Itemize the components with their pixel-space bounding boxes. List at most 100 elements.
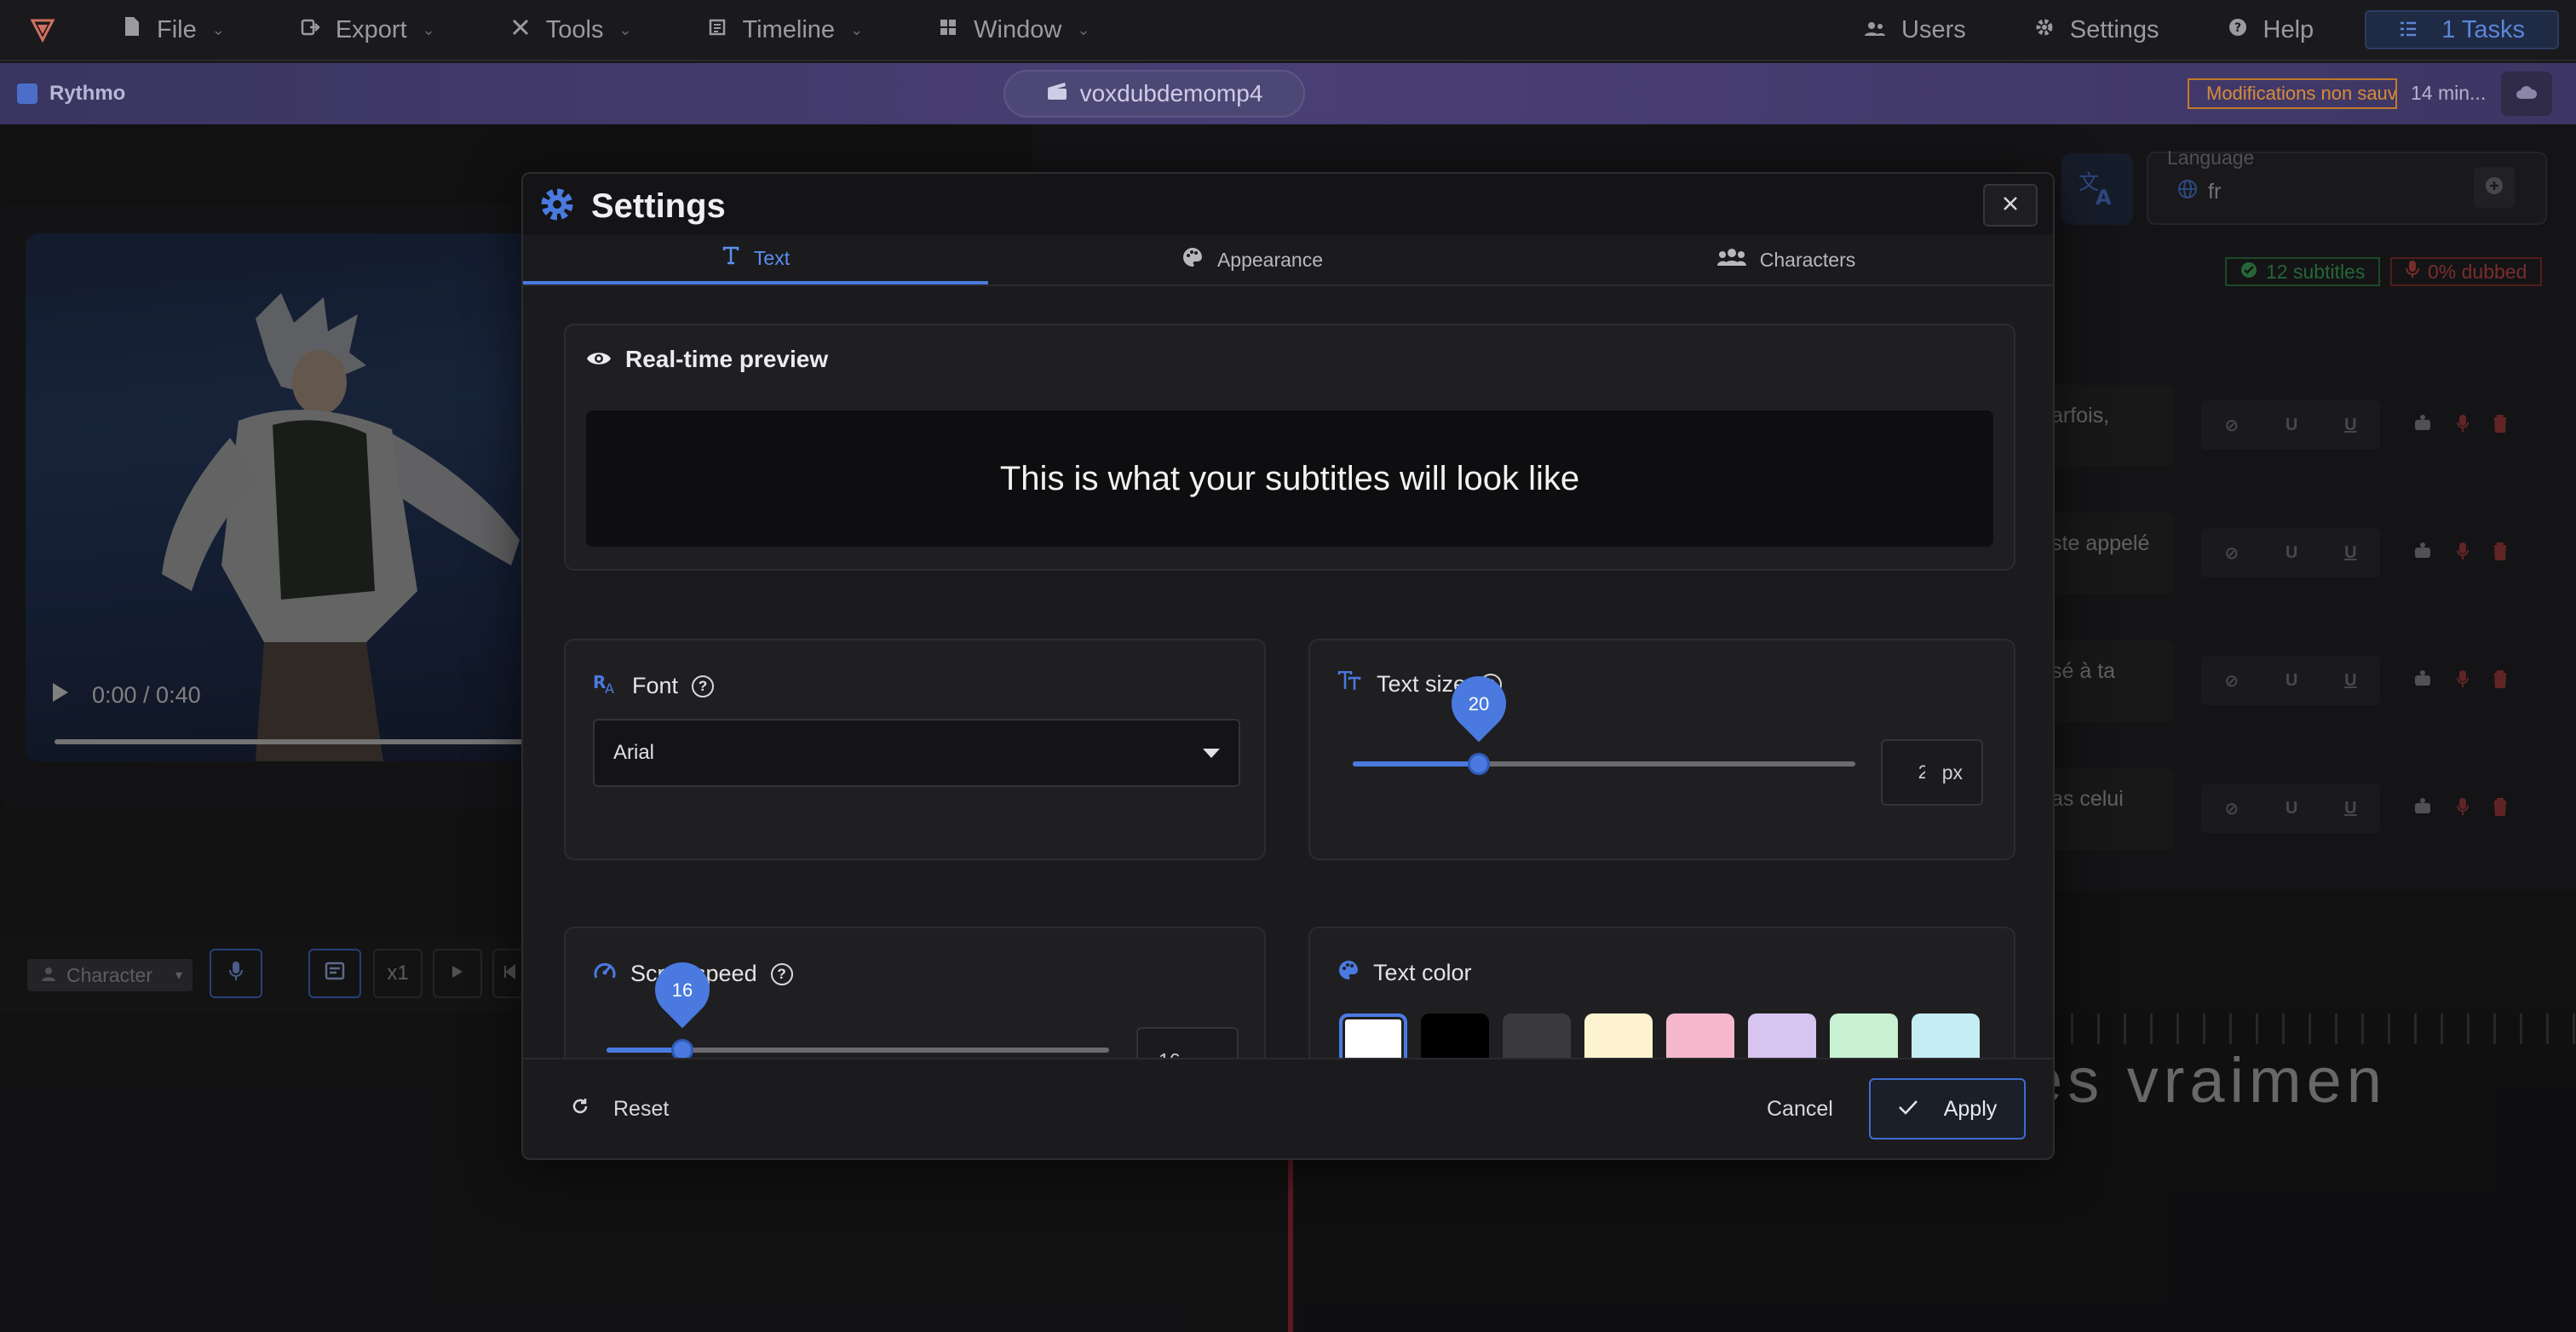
chevron-down-icon: ⌄ [850,20,864,38]
font-icon: RA [593,671,618,701]
tab-appearance[interactable]: Appearance [988,235,1516,284]
modal-body[interactable]: Real-time preview This is what your subt… [523,288,2053,1058]
menu-file-label: File [157,15,197,43]
export-icon [300,16,320,44]
modal-title: Settings [591,187,726,225]
text-icon [722,246,740,270]
menu-settings[interactable]: Settings [2000,0,2194,60]
color-swatch[interactable] [1503,1013,1571,1058]
menu-right-group: Users Settings ? Help 1 Tasks [1830,0,2576,60]
preview-title-label: Real-time preview [625,346,829,372]
scroll-speed-card: Scroll speed ? 16 16 [564,927,1266,1058]
tools-icon [510,16,531,44]
project-name-pill[interactable]: voxdubdemomp4 [1003,70,1305,118]
project-name-label: voxdubdemomp4 [1079,80,1263,106]
chevron-down-icon: ⌄ [618,20,632,38]
text-size-bubble-label: 20 [1468,693,1490,715]
chevron-down-icon: ⌄ [422,20,435,38]
font-card: RA Font ? Arial [564,639,1266,860]
menu-users[interactable]: Users [1830,0,2000,60]
menu-file[interactable]: File ⌄ [85,0,262,60]
help-icon: ? [2228,16,2248,44]
cancel-button[interactable]: Cancel [1767,1097,1833,1122]
characters-icon [1716,248,1746,272]
timeline-icon [707,16,727,44]
scroll-speed-input-value: 16 [1159,1049,1181,1059]
users-icon [1864,16,1886,44]
font-select-value: Arial [613,741,655,764]
app-name: Rythmo [0,82,125,106]
text-size-slider-thumb[interactable] [1468,753,1490,775]
menu-bar: File ⌄ Export ⌄ Tools ⌄ Timeline ⌄ Windo… [0,0,2576,61]
color-swatch[interactable] [1748,1013,1816,1058]
apply-button[interactable]: Apply [1869,1078,2026,1140]
scroll-speed-bubble-label: 16 [671,979,693,1001]
menu-export-label: Export [335,15,407,43]
gear-icon [2034,16,2055,44]
clapperboard-icon [1046,80,1068,107]
font-select[interactable]: Arial [593,719,1240,787]
color-swatch[interactable] [1421,1013,1489,1058]
color-swatches [1339,1013,1980,1058]
refresh-icon [571,1097,589,1122]
text-color-title: Text color [1337,959,1472,987]
menu-help[interactable]: ? Help [2194,0,2349,60]
color-swatch[interactable] [1830,1013,1898,1058]
subtitle-preview: This is what your subtitles will look li… [586,411,1993,547]
reset-label: Reset [613,1097,670,1121]
svg-text:?: ? [2234,21,2240,35]
app-badge-icon [17,83,37,104]
modal-header: Settings [523,174,2053,235]
last-saved-time: 14 min... [2411,82,2487,104]
caret-down-icon [1203,748,1220,758]
close-icon [2002,195,2019,216]
menu-timeline-label: Timeline [742,15,836,43]
settings-tabs: Text Appearance Characters [523,235,2053,286]
color-swatch[interactable] [1584,1013,1653,1058]
menu-tools-label: Tools [545,15,604,43]
font-title-label: Font [632,673,679,698]
app-logo-icon[interactable] [0,0,85,60]
menu-help-label: Help [2263,15,2314,43]
tasks-button[interactable]: 1 Tasks [2365,10,2559,49]
menu-timeline[interactable]: Timeline ⌄ [670,0,901,60]
svg-text:A: A [605,680,614,695]
tasks-label: 1 Tasks [2441,15,2525,43]
text-size-input-value: 20 [1918,761,1925,784]
help-icon[interactable]: ? [770,962,793,985]
text-size-slider-fill [1353,761,1479,766]
menu-users-label: Users [1901,15,1966,43]
text-size-slider[interactable]: 20 [1353,664,1855,775]
file-icon [123,15,141,44]
menu-tools[interactable]: Tools ⌄ [473,0,670,60]
check-icon [1898,1097,1918,1122]
menu-export[interactable]: Export ⌄ [262,0,473,60]
tab-text-label: Text [753,246,791,269]
help-icon[interactable]: ? [692,675,715,698]
text-color-title-label: Text color [1373,960,1472,985]
unsaved-badge: Modifications non sauvegardées [2188,78,2397,109]
preview-card: Real-time preview This is what your subt… [564,324,2015,571]
reset-button[interactable]: Reset [571,1097,669,1122]
color-swatch[interactable] [1666,1013,1734,1058]
menu-window[interactable]: Window ⌄ [900,0,1127,60]
window-icon [938,16,958,44]
close-button[interactable] [1983,184,2038,227]
tab-characters[interactable]: Characters [1516,235,2053,284]
settings-modal: Settings Text Appearance Characters Real… [521,172,2055,1160]
scroll-speed-slider-thumb[interactable] [671,1039,693,1058]
color-swatch[interactable] [1912,1013,1980,1058]
tab-characters-label: Characters [1759,248,1856,271]
tab-text[interactable]: Text [523,235,988,284]
text-size-card: Text size ? 20 20 px [1308,639,2015,860]
text-size-unit: px [1941,761,1963,784]
text-size-icon [1337,670,1363,698]
scroll-speed-slider[interactable]: 16 [607,950,1109,1058]
palette-icon [1182,246,1204,273]
project-action-button[interactable] [2501,72,2552,116]
tasks-icon [2399,16,2418,44]
text-size-input[interactable]: 20 px [1881,739,1983,806]
color-swatch[interactable] [1339,1013,1407,1058]
menu-window-label: Window [974,15,1062,43]
scroll-speed-input[interactable]: 16 [1136,1027,1239,1058]
